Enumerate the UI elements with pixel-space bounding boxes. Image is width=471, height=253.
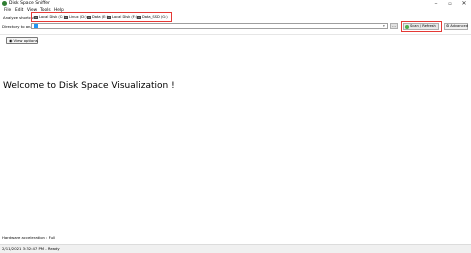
shortcut-drive-c[interactable]: Local Disk (C:) <box>34 15 65 20</box>
shortcut-drive-f[interactable]: Local Disk (F:) <box>107 15 137 20</box>
title-bar <box>0 0 471 8</box>
view-options-label: View options <box>13 38 38 43</box>
chevron-down-icon[interactable]: ▾ <box>383 24 385 28</box>
drive-icon <box>64 16 68 19</box>
status-bar <box>0 244 471 253</box>
advanced-label: Advanced <box>450 24 468 28</box>
drive-icon <box>107 16 111 19</box>
shortcut-label: Data (E:) <box>92 15 109 19</box>
menu-edit[interactable]: Edit <box>15 8 23 14</box>
shortcut-drive-e[interactable]: Data (E:) <box>87 15 108 20</box>
maximize-button[interactable]: ▫ <box>443 0 457 8</box>
advanced-button[interactable]: ⚙ Advanced <box>444 23 468 30</box>
view-options-button[interactable]: ◉ View options <box>6 37 38 44</box>
shortcut-label: Local Disk (C:) <box>39 15 65 19</box>
close-button[interactable]: ✕ <box>457 0 471 8</box>
drive-icon <box>87 16 91 19</box>
browse-button[interactable]: ... <box>390 23 398 29</box>
shortcut-drive-g[interactable]: Data_SSD (G:) <box>137 15 168 20</box>
app-icon <box>2 1 7 6</box>
minimize-button[interactable]: – <box>429 0 443 8</box>
gear-icon: ⚙ <box>446 24 450 28</box>
scan-icon <box>405 24 409 29</box>
drive-icon <box>137 16 141 19</box>
shortcut-label: Linux (D:) <box>69 15 87 19</box>
toolbar-divider <box>0 34 471 35</box>
view-options-icon: ◉ <box>9 38 13 43</box>
shortcut-label: Data_SSD (G:) <box>142 15 168 19</box>
scan-label: Scan / Refresh <box>410 24 436 28</box>
drive-icon <box>34 16 38 19</box>
directory-caret <box>34 24 38 28</box>
window-title: Disk Space Sniffer <box>9 1 50 6</box>
directory-input[interactable] <box>31 23 388 29</box>
hardware-acceleration-text: Hardware acceleration : Full <box>2 235 56 240</box>
shortcut-drive-d[interactable]: Linux (D:) <box>64 15 87 20</box>
menu-file[interactable]: File <box>4 8 11 14</box>
status-text: 2/11/2021 3:32:47 PM - Ready <box>2 246 60 251</box>
shortcut-label: Local Disk (F:) <box>112 15 138 19</box>
scan-refresh-button[interactable]: Scan / Refresh <box>403 23 439 30</box>
welcome-message: Welcome to Disk Space Visualization ! <box>3 81 175 91</box>
